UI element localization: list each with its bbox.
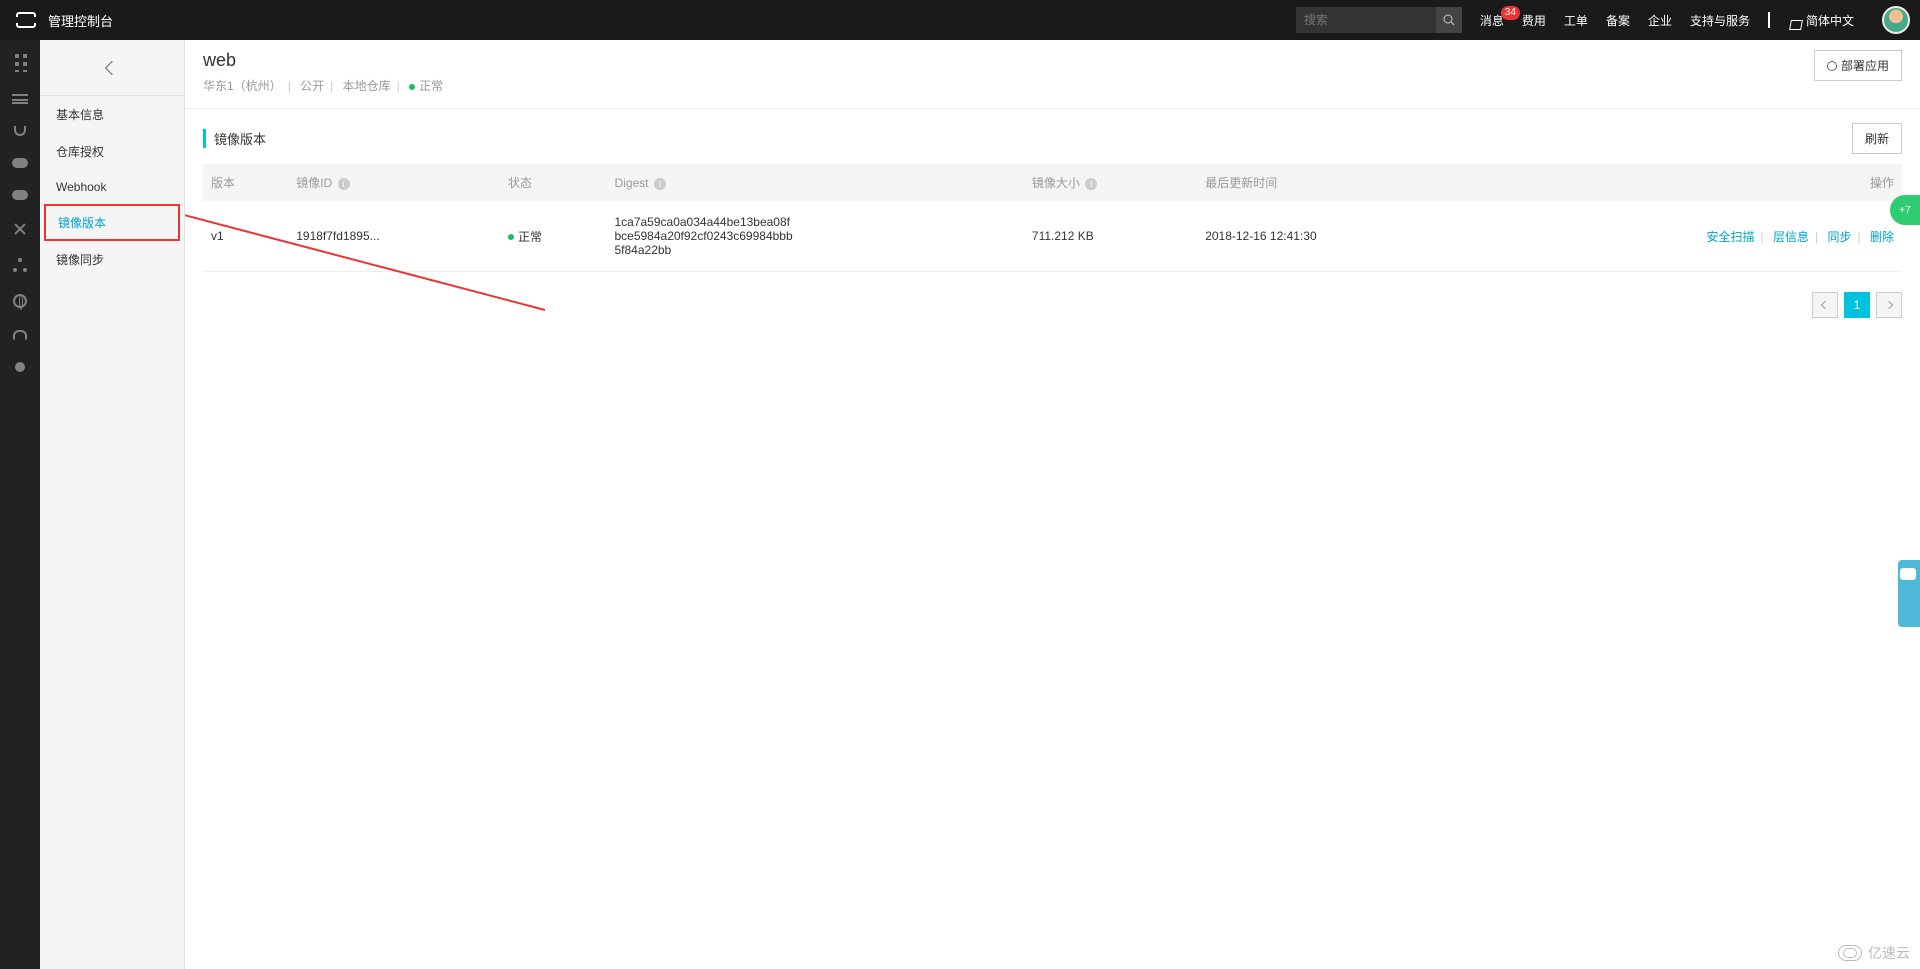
table-row: v1 1918f7fd1895... 正常 1ca7a59ca0a034a44b… [203, 201, 1902, 272]
sidebar-item-basic-info[interactable]: 基本信息 [40, 96, 184, 133]
cell-updated: 2018-12-16 12:41:30 [1197, 201, 1468, 272]
apps-icon[interactable] [11, 54, 29, 72]
cup-icon[interactable] [14, 126, 26, 136]
info-icon[interactable]: i [338, 178, 350, 190]
search-input[interactable] [1296, 7, 1436, 33]
info-icon[interactable]: i [1085, 178, 1097, 190]
crumb-region: 华东1（杭州） [203, 79, 282, 93]
gear-icon [1827, 61, 1837, 71]
crumb-repo-type: 本地仓库 [343, 79, 391, 93]
action-scan[interactable]: 安全扫描 [1707, 230, 1755, 244]
refresh-button[interactable]: 刷新 [1852, 123, 1902, 154]
sidebar-item-repo-auth[interactable]: 仓库授权 [40, 133, 184, 170]
cell-size: 711.212 KB [1024, 201, 1197, 272]
cloud-logo-icon [1838, 945, 1862, 961]
cloud-download-icon[interactable] [12, 190, 28, 200]
brand-logo-icon [16, 12, 36, 28]
action-layers[interactable]: 层信息 [1773, 230, 1809, 244]
sidebar-item-image-versions[interactable]: 镜像版本 [44, 204, 180, 241]
list-icon[interactable] [12, 94, 28, 104]
crumb-visibility: 公开 [300, 79, 324, 93]
console-title: 管理控制台 [48, 11, 113, 30]
watermark: 亿速云 [1838, 943, 1910, 963]
pagination: 1 [203, 292, 1902, 318]
sidebar-item-image-sync[interactable]: 镜像同步 [40, 241, 184, 278]
info-icon[interactable]: i [654, 178, 666, 190]
chevron-left-icon [105, 60, 119, 74]
page-number-button[interactable]: 1 [1844, 292, 1870, 318]
action-sync[interactable]: 同步 [1828, 230, 1852, 244]
cell-image-id: 1918f7fd1895... [288, 201, 500, 272]
mail-icon[interactable] [1768, 13, 1770, 27]
nodes-icon[interactable] [13, 258, 27, 272]
col-digest: Digest i [606, 164, 1023, 201]
cell-status: 正常 [500, 201, 607, 272]
topbar: 管理控制台 消息34 费用 工单 备案 企业 支持与服务 简体中文 [0, 0, 1920, 40]
breadcrumb: 华东1（杭州）| 公开| 本地仓库| 正常 [203, 77, 443, 94]
image-versions-table: 版本 镜像ID i 状态 Digest i 镜像大小 i 最后更新时间 操作 v… [203, 164, 1902, 272]
status-dot-icon [409, 84, 415, 90]
dot-icon[interactable] [15, 362, 25, 372]
nav-language[interactable]: 简体中文 [1806, 12, 1854, 29]
nav-workorder[interactable]: 工单 [1564, 12, 1588, 29]
nav-beian[interactable]: 备案 [1606, 12, 1630, 29]
nav-support[interactable]: 支持与服务 [1690, 12, 1750, 29]
chevron-left-icon [1821, 301, 1829, 309]
shuffle-icon[interactable] [13, 222, 27, 236]
deploy-app-button[interactable]: 部署应用 [1814, 50, 1902, 81]
nav-enterprise[interactable]: 企业 [1648, 12, 1672, 29]
col-status: 状态 [500, 164, 607, 201]
chevron-right-icon [1885, 301, 1893, 309]
cell-digest: 1ca7a59ca0a034a44be13bea08fbce5984a20f92… [606, 201, 1023, 272]
icon-sidebar [0, 40, 40, 969]
status-dot-icon [508, 234, 514, 240]
col-actions: 操作 [1469, 164, 1902, 201]
action-delete[interactable]: 删除 [1870, 230, 1894, 244]
globe-icon[interactable] [13, 294, 27, 308]
section-title: 镜像版本 [203, 129, 266, 148]
page-next-button[interactable] [1876, 292, 1902, 318]
chat-icon [1900, 568, 1916, 580]
floating-counter-badge[interactable]: +7 [1890, 195, 1920, 225]
page-prev-button[interactable] [1812, 292, 1838, 318]
col-version: 版本 [203, 164, 288, 201]
secondary-sidebar: 基本信息 仓库授权 Webhook 镜像版本 镜像同步 [40, 40, 185, 969]
cell-actions: 安全扫描| 层信息| 同步| 删除 [1469, 201, 1902, 272]
page-title: web [203, 50, 443, 71]
nav-fees[interactable]: 费用 [1522, 12, 1546, 29]
floating-feedback-bar[interactable]: 咨询 建议 [1898, 560, 1920, 627]
col-updated: 最后更新时间 [1197, 164, 1468, 201]
cloud-icon[interactable] [12, 158, 28, 168]
cell-version: v1 [203, 201, 288, 272]
search-button[interactable] [1436, 7, 1462, 33]
user-avatar[interactable] [1882, 6, 1910, 34]
sidebar-item-webhook[interactable]: Webhook [40, 170, 184, 204]
nav-messages[interactable]: 消息34 [1480, 12, 1504, 29]
crumb-status: 正常 [419, 79, 443, 93]
search-icon [1443, 14, 1455, 26]
messages-badge: 34 [1501, 6, 1520, 20]
search-box [1296, 7, 1462, 33]
back-button[interactable] [40, 40, 184, 96]
main-content: web 华东1（杭州）| 公开| 本地仓库| 正常 部署应用 镜像版本 刷新 版… [185, 40, 1920, 969]
hand-icon[interactable] [13, 330, 27, 340]
col-image-id: 镜像ID i [288, 164, 500, 201]
col-size: 镜像大小 i [1024, 164, 1197, 201]
